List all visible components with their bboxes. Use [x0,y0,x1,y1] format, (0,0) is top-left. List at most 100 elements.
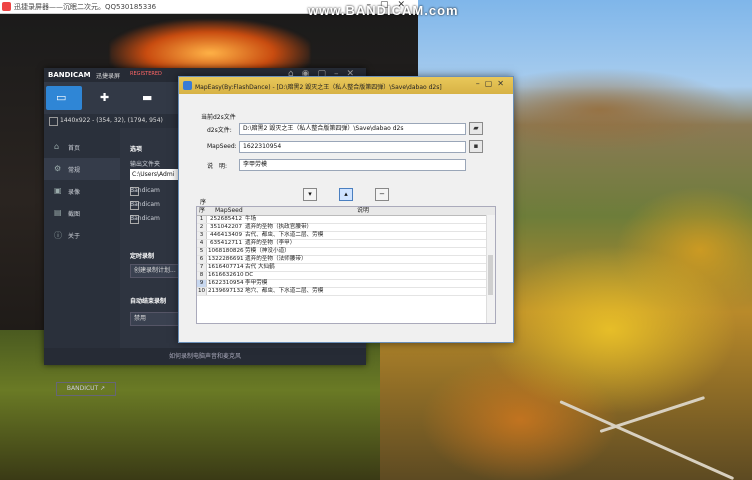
row-description: 遗弃的圣物（李甲） [245,240,296,246]
screen-mode-button[interactable]: ▭ [46,86,82,110]
mapeasy-titlebar[interactable]: MapEasy(By:FlashDance) - [D:\暗黑2 毁灭之王（私人… [179,77,513,94]
row-index: 3 [197,232,207,239]
row-description: 劳模（神没小道） [245,248,290,254]
row-mapseed: 351042207 [209,224,242,230]
table-row[interactable]: 1 252685412 牛场 [197,216,487,224]
home-icon: ⌂ [54,142,60,151]
row-index: 2 [197,224,207,231]
sidebar-item-label: 关于 [68,233,81,240]
game-mode-button[interactable]: ✚ [90,86,126,110]
table-row[interactable]: 10 2139697132 地穴、都虫、下水道二层、劳模 [197,288,487,296]
sidebar-item-image[interactable]: ▤ 截图 [44,202,120,224]
device-mode-button[interactable]: ▬ [132,86,168,110]
row-index: 5 [197,248,207,255]
table-row[interactable]: 4 635412711 遗弃的圣物（李甲） [197,240,487,248]
row-mapseed: 1616632610 [208,272,244,278]
sidebar-item-video[interactable]: ▣ 录像 [44,180,120,202]
bandicam-sidebar: ⌂ 首页 ⚙ 常规 ▣ 录像 ▤ 截图 ⓘ 关于 BANDICUT ↗ [44,128,120,396]
sidebar-item-home[interactable]: ⌂ 首页 [44,136,120,158]
output-folder-input[interactable]: C:\Users\Admi [130,169,182,180]
bandicam-footer-link[interactable]: 如何录制电脑声音和麦克风 [44,348,366,365]
column-header-mapseed[interactable]: MapSeed [215,207,243,215]
folder-icon: ▰ [473,124,479,132]
row-index: 6 [197,256,207,263]
column-header-description[interactable]: 说明 [357,207,369,215]
row-description: DC [245,272,254,278]
row-mapseed: 252685412 [209,216,242,222]
table-row[interactable]: 2 351042207 遗弃的圣物（执政官腰带） [197,224,487,232]
info-icon: ⓘ [54,231,62,240]
mapeasy-window-controls[interactable]: –▢✕ [476,79,509,88]
mapeasy-title: MapEasy(By:FlashDance) - [D:\暗黑2 毁灭之王（私人… [195,84,442,91]
minus-icon: − [379,190,385,198]
row-mapseed: 1068180826 [208,248,244,254]
app-icon [2,2,11,11]
current-file-heading: 当前d2s文件 [201,114,236,121]
mapseed-input[interactable]: 1622310954 [239,141,466,153]
row-description: 李甲劳模 [245,280,268,286]
image-icon: ▤ [54,208,62,217]
table-row[interactable]: 3 446413409 古代、都虫、下水道二层、劳模 [197,232,487,240]
table-scrollbar[interactable] [486,215,495,323]
description-label: 说 明: [207,163,228,170]
description-input[interactable]: 李甲劳模 [239,159,466,171]
registered-badge: REGISTERED [130,71,162,77]
scrollbar-thumb[interactable] [488,255,493,295]
timer-heading: 定时录制 [130,253,155,260]
output-folder-label: 输出文件夹 [130,161,161,168]
checkbox-label: Bandicam [130,201,160,208]
bandicut-button[interactable]: BANDICUT ↗ [56,382,116,396]
row-mapseed: 1616407714 [208,264,244,270]
bandicam-logo: BANDICAM [48,71,91,79]
bandicam-watermark: www.BANDICAM.com [308,3,459,18]
sidebar-item-general[interactable]: ⚙ 常规 [44,158,120,180]
table-row[interactable]: 6 1322286691 遗弃的圣物（法师腰带） [197,256,487,264]
table-row[interactable]: 5 1068180826 劳模（神没小道） [197,248,487,256]
row-description: 古代、都虫、下水道二层、劳模 [245,232,324,238]
delete-button[interactable]: − [375,188,389,201]
row-index: 7 [197,264,207,271]
mapeasy-window: MapEasy(By:FlashDance) - [D:\暗黑2 毁灭之王（私人… [178,76,514,343]
checkbox-label: Bandicam [130,187,160,194]
d2s-file-input[interactable]: D:\暗黑2 毁灭之王（私人整合版第四弹）\Save\dabao d2s [239,123,466,135]
app-icon [183,81,192,90]
gear-icon: ⚙ [54,164,62,173]
resolution-text: 1440x922 - (354, 32), (1794, 954) [60,117,163,124]
row-description: 遗弃的圣物（法师腰带） [245,256,307,262]
timer-select[interactable]: 创建录制计划... [130,264,183,278]
table-row[interactable]: 8 1616632610 DC [197,272,487,280]
row-mapseed: 1322286691 [208,256,244,262]
table-header: 序 MapSeed 说明 [197,207,495,216]
sidebar-item-label: 截图 [68,211,81,218]
table-row[interactable]: 7 1616407714 古代 大仙鹤 [197,264,487,272]
row-description: 牛场 [245,216,257,222]
open-folder-button[interactable]: ▰ [469,122,483,135]
fire-artwork [110,20,310,75]
auto-stop-select[interactable]: 禁用 [130,312,183,326]
d2s-file-label: d2s文件: [207,127,232,134]
rectangle-icon: ▭ [56,91,67,104]
move-up-button[interactable]: ▴ [339,188,353,201]
move-down-button[interactable]: ▾ [303,188,317,201]
save-button[interactable]: ▪ [469,140,483,153]
row-index: 10 [197,288,207,295]
row-description: 古代 大仙鹤 [245,264,275,270]
row-mapseed: 1622310954 [208,280,244,286]
checkbox-label: Bandicam [130,215,160,222]
row-index: 8 [197,272,207,279]
row-mapseed: 2139697132 [208,288,244,294]
row-description: 地穴、都虫、下水道二层、劳模 [245,288,324,294]
mapseed-table: 序 MapSeed 说明 1 252685412 牛场 2 351042207 遗弃的圣物… [196,206,496,324]
options-heading: 选项 [130,146,143,153]
auto-stop-heading: 自动结束录制 [130,298,167,305]
row-index: 1 [197,216,207,223]
sidebar-item-about[interactable]: ⓘ 关于 [44,224,120,246]
table-row[interactable]: 9 1622310954 李甲劳模 [197,280,487,288]
background-window-title: 迅捷录屏器——沉眠二次元。QQ530185336 [14,3,157,11]
arrow-up-icon: ▴ [344,190,348,198]
video-icon: ▣ [54,186,62,195]
sidebar-item-label: 录像 [68,189,81,196]
sidebar-item-label: 常规 [68,167,81,174]
column-header-index: 序 [199,207,206,214]
sidebar-item-label: 首页 [68,145,81,152]
